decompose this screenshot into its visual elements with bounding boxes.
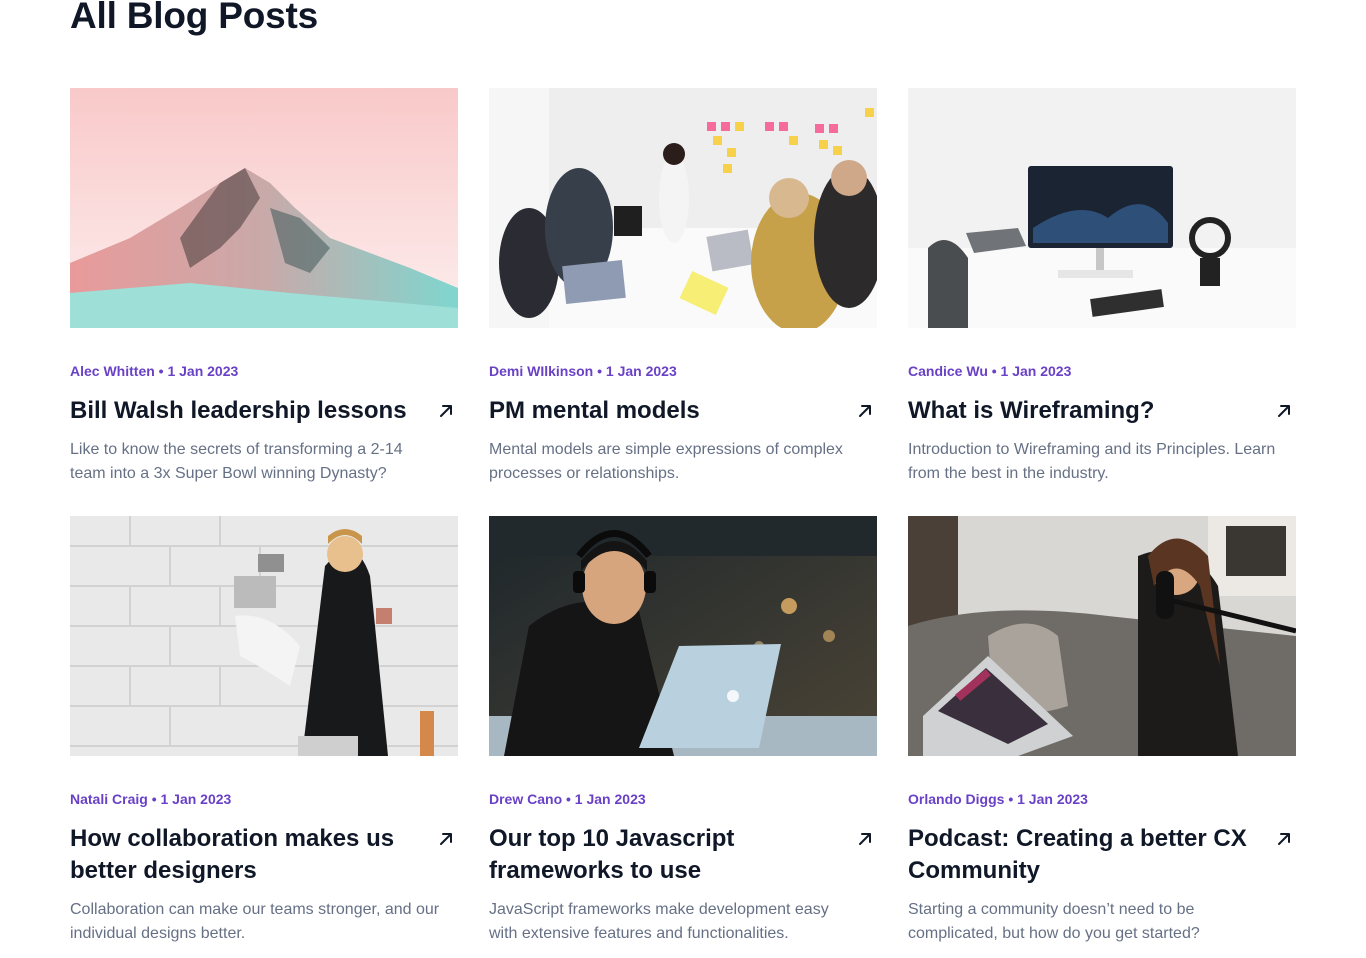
post-meta: Candice Wu • 1 Jan 2023 <box>908 363 1072 379</box>
post-excerpt: JavaScript frameworks make development e… <box>489 901 829 942</box>
post-excerpt: Introduction to Wireframing and its Prin… <box>908 441 1276 482</box>
post-excerpt: Like to know the secrets of transforming… <box>70 441 403 482</box>
post-title[interactable]: How collaboration makes us better design… <box>70 823 415 887</box>
post-title[interactable]: Our top 10 Javascript frameworks to use <box>489 823 834 887</box>
post-image-meeting[interactable] <box>489 88 877 328</box>
page-title: All Blog Posts <box>70 0 318 36</box>
post-title[interactable]: PM mental models <box>489 395 700 427</box>
post-image-podcast[interactable] <box>908 516 1296 756</box>
post-image-laptop-cafe[interactable] <box>489 516 877 756</box>
post-heading: Podcast: Creating a better CX Community <box>908 823 1296 887</box>
post-meta: Alec Whitten • 1 Jan 2023 <box>70 363 239 379</box>
post-image-mountain[interactable] <box>70 88 458 328</box>
post-heading: Our top 10 Javascript frameworks to use <box>489 823 877 887</box>
post-meta: Drew Cano • 1 Jan 2023 <box>489 791 646 807</box>
arrow-up-right-icon[interactable] <box>434 399 458 423</box>
arrow-up-right-icon[interactable] <box>1272 399 1296 423</box>
arrow-up-right-icon[interactable] <box>853 399 877 423</box>
blog-post-card[interactable]: Demi WIlkinson • 1 Jan 2023 PM mental mo… <box>489 88 877 516</box>
blog-post-card[interactable]: Natali Craig • 1 Jan 2023 How collaborat… <box>70 516 458 956</box>
post-title[interactable]: Bill Walsh leadership lessons <box>70 395 407 427</box>
arrow-up-right-icon[interactable] <box>853 827 877 851</box>
post-excerpt: Starting a community doesn’t need to be … <box>908 901 1200 942</box>
blog-posts-grid: Alec Whitten • 1 Jan 2023 Bill Walsh lea… <box>70 88 1296 956</box>
post-heading: What is Wireframing? <box>908 395 1296 427</box>
blog-post-card[interactable]: Orlando Diggs • 1 Jan 2023 Podcast: Crea… <box>908 516 1296 956</box>
post-heading: PM mental models <box>489 395 877 427</box>
post-heading: Bill Walsh leadership lessons <box>70 395 458 427</box>
blog-post-card[interactable]: Candice Wu • 1 Jan 2023 What is Wirefram… <box>908 88 1296 516</box>
post-image-desk-setup[interactable] <box>908 88 1296 328</box>
post-title[interactable]: What is Wireframing? <box>908 395 1154 427</box>
arrow-up-right-icon[interactable] <box>1272 827 1296 851</box>
blog-post-card[interactable]: Drew Cano • 1 Jan 2023 Our top 10 Javasc… <box>489 516 877 956</box>
post-meta: Demi WIlkinson • 1 Jan 2023 <box>489 363 677 379</box>
post-excerpt: Mental models are simple expressions of … <box>489 441 843 482</box>
post-image-brick-wall[interactable] <box>70 516 458 756</box>
post-excerpt: Collaboration can make our teams stronge… <box>70 901 440 942</box>
post-meta: Orlando Diggs • 1 Jan 2023 <box>908 791 1088 807</box>
post-meta: Natali Craig • 1 Jan 2023 <box>70 791 232 807</box>
arrow-up-right-icon[interactable] <box>434 827 458 851</box>
post-heading: How collaboration makes us better design… <box>70 823 458 887</box>
blog-post-card[interactable]: Alec Whitten • 1 Jan 2023 Bill Walsh lea… <box>70 88 458 516</box>
post-title[interactable]: Podcast: Creating a better CX Community <box>908 823 1253 887</box>
